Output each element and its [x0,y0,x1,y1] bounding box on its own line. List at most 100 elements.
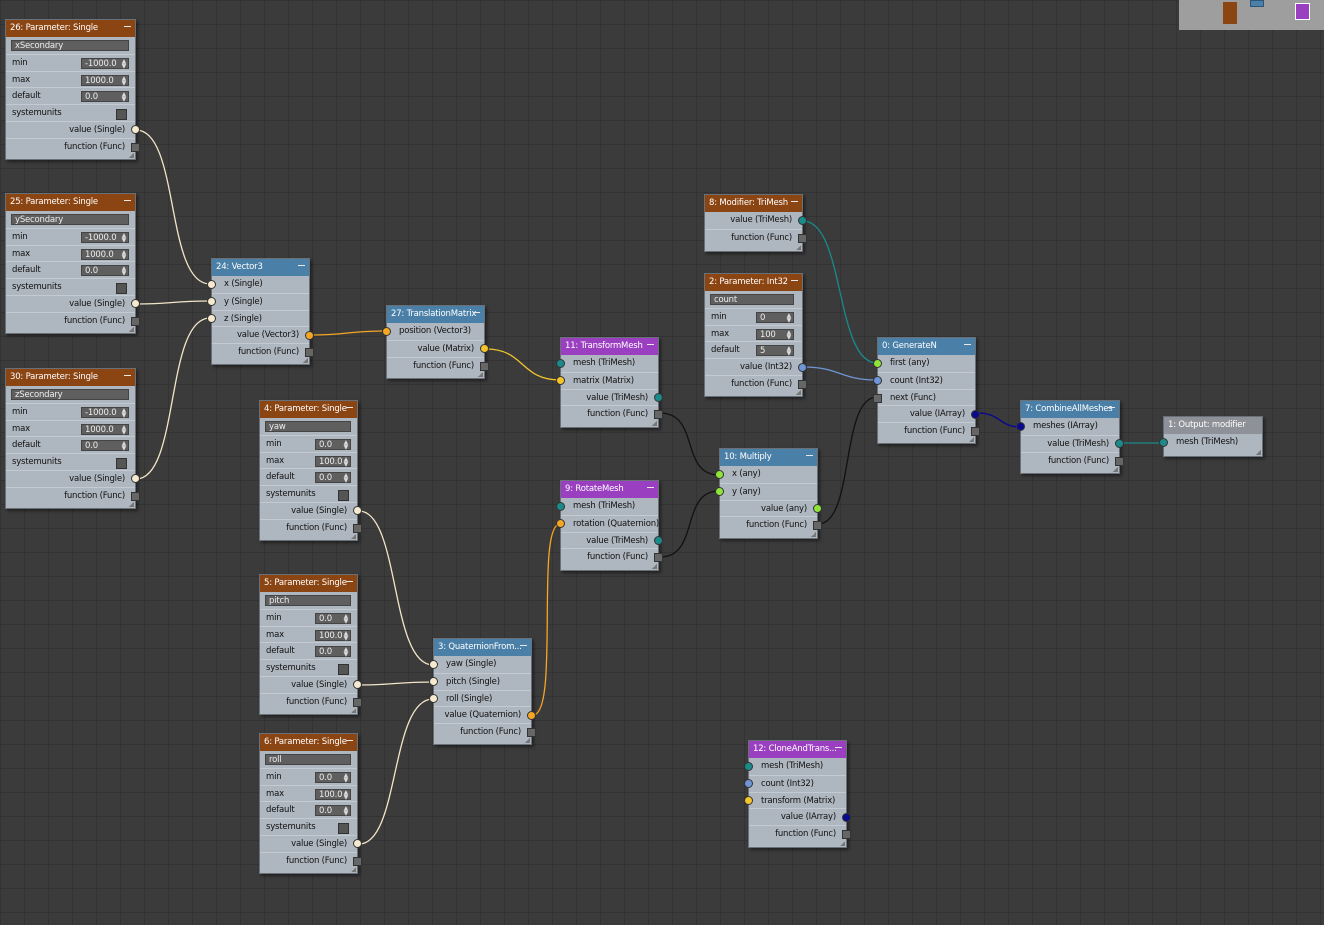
input-port-icon[interactable] [556,501,565,511]
max-spinner[interactable]: 100.0 ▲ ▼ [315,629,351,641]
max-spinner[interactable]: 1000.0 ▲ ▼ [81,423,129,435]
input-port-icon[interactable] [873,358,882,368]
resize-handle-icon[interactable] [303,358,308,363]
spinner-arrows-icon[interactable]: ▲ ▼ [344,456,349,467]
node-header[interactable]: 0: GenerateN [878,338,975,355]
resize-handle-icon[interactable] [129,153,134,158]
output-port-icon[interactable] [971,409,980,419]
node-transform-mesh[interactable]: 11: TransformMesh mesh (TriMesh) matrix … [556,337,663,428]
output-port-icon[interactable] [1115,439,1124,449]
resize-handle-icon[interactable] [796,390,801,395]
minimize-icon[interactable] [806,455,813,456]
node-param-roll[interactable]: 6: Parameter: Single roll min 0.0 ▲ ▼ max 10… [259,733,362,874]
default-spinner[interactable]: 0.0 ▲ ▼ [81,91,129,103]
node-param-yaw[interactable]: 4: Parameter: Single yaw min 0.0 ▲ ▼ max 100… [259,400,362,541]
minimize-icon[interactable] [124,375,131,376]
min-spinner[interactable]: -1000.0 ▲ ▼ [81,406,129,418]
node-rotate-mesh[interactable]: 9: RotateMesh mesh (TriMesh) rotation (Q… [556,480,663,571]
input-port-icon[interactable] [1016,421,1025,431]
resize-handle-icon[interactable] [129,327,134,332]
resize-handle-icon[interactable] [796,245,801,250]
node-header[interactable]: 8: Modifier: TriMesh [705,195,802,212]
resize-handle-icon[interactable] [840,841,845,846]
input-port-icon[interactable] [207,279,216,289]
node-param-pitch[interactable]: 5: Parameter: Single pitch min 0.0 ▲ ▼ max 1… [259,574,362,715]
spinner-arrows-icon[interactable]: ▲ ▼ [122,58,127,69]
spinner-arrows-icon[interactable]: ▲ ▼ [787,312,792,323]
default-spinner[interactable]: 0.0 ▲ ▼ [315,805,351,817]
spinner-arrows-icon[interactable]: ▲ ▼ [344,613,349,624]
systemunits-checkbox[interactable] [116,109,127,121]
function-port-icon[interactable] [305,348,314,358]
input-port-icon[interactable] [556,358,565,368]
function-port-icon[interactable] [842,830,851,840]
resize-handle-icon[interactable] [969,437,974,442]
input-port-icon[interactable] [556,519,565,529]
input-port-icon[interactable] [207,297,216,307]
node-clone-and-transform[interactable]: 12: CloneAndTrans... mesh (TriMesh) coun… [744,740,851,848]
output-port-icon[interactable] [654,536,663,546]
resize-handle-icon[interactable] [129,502,134,507]
minimize-icon[interactable] [298,265,305,266]
minimize-icon[interactable] [1108,407,1115,408]
output-port-icon[interactable] [131,125,140,135]
output-port-icon[interactable] [131,474,140,484]
name-field[interactable]: roll [265,754,351,765]
function-port-icon[interactable] [131,316,140,326]
output-port-icon[interactable] [798,215,807,225]
minimize-icon[interactable] [964,344,971,345]
systemunits-checkbox[interactable] [116,283,127,295]
spinner-arrows-icon[interactable]: ▲ ▼ [122,92,127,103]
function-port-icon[interactable] [353,523,362,533]
input-port-icon[interactable] [429,659,438,669]
node-header[interactable]: 5: Parameter: Single [260,575,357,592]
name-field[interactable]: count [710,294,794,305]
resize-handle-icon[interactable] [652,564,657,569]
min-spinner[interactable]: 0.0 ▲ ▼ [315,438,351,450]
function-port-icon[interactable] [1115,456,1124,466]
resize-handle-icon[interactable] [525,738,530,743]
spinner-arrows-icon[interactable]: ▲ ▼ [344,439,349,450]
minimize-icon[interactable] [647,487,654,488]
function-port-icon[interactable] [131,142,140,152]
default-spinner[interactable]: 5 ▲ ▼ [756,345,794,357]
spinner-arrows-icon[interactable]: ▲ ▼ [122,424,127,435]
node-param-zsecondary[interactable]: 30: Parameter: Single zSecondary min -100… [5,368,140,509]
output-port-icon[interactable] [813,504,822,514]
input-port-icon[interactable] [744,796,753,806]
name-field[interactable]: pitch [265,595,351,606]
node-header[interactable]: 12: CloneAndTrans... [749,741,846,758]
node-header[interactable]: 6: Parameter: Single [260,734,357,751]
spinner-arrows-icon[interactable]: ▲ ▼ [122,75,127,86]
default-spinner[interactable]: 0.0 ▲ ▼ [81,440,129,452]
resize-handle-icon[interactable] [351,708,356,713]
spinner-arrows-icon[interactable]: ▲ ▼ [344,806,349,817]
input-port-icon[interactable] [715,469,724,479]
input-port-icon[interactable] [556,376,565,386]
min-spinner[interactable]: 0.0 ▲ ▼ [315,612,351,624]
minimize-icon[interactable] [791,201,798,202]
node-header[interactable]: 7: CombineAllMeshes [1021,401,1119,418]
spinner-arrows-icon[interactable]: ▲ ▼ [122,232,127,243]
function-port-icon[interactable] [527,728,536,738]
input-port-icon[interactable] [429,694,438,704]
node-quaternion-from[interactable]: 3: QuaternionFrom... yaw (Single) pitch … [429,638,536,745]
systemunits-checkbox[interactable] [338,664,349,676]
output-port-icon[interactable] [353,839,362,849]
function-port-icon[interactable] [131,491,140,501]
output-port-icon[interactable] [798,362,807,372]
function-port-icon[interactable] [654,553,663,563]
output-port-icon[interactable] [480,344,489,354]
node-header[interactable]: 11: TransformMesh [561,338,658,355]
node-generate-n[interactable]: 0: GenerateN first (any) count (Int32) n… [873,337,980,444]
node-param-xsecondary[interactable]: 26: Parameter: Single xSecondary min -100… [5,19,140,160]
spinner-arrows-icon[interactable]: ▲ ▼ [122,266,127,277]
resize-handle-icon[interactable] [351,534,356,539]
minimize-icon[interactable] [346,740,353,741]
name-field[interactable]: xSecondary [11,40,129,51]
node-header[interactable]: 1: Output: modifier [1164,417,1262,434]
minimize-icon[interactable] [835,747,842,748]
resize-handle-icon[interactable] [652,421,657,426]
resize-handle-icon[interactable] [1256,450,1261,455]
resize-handle-icon[interactable] [351,867,356,872]
